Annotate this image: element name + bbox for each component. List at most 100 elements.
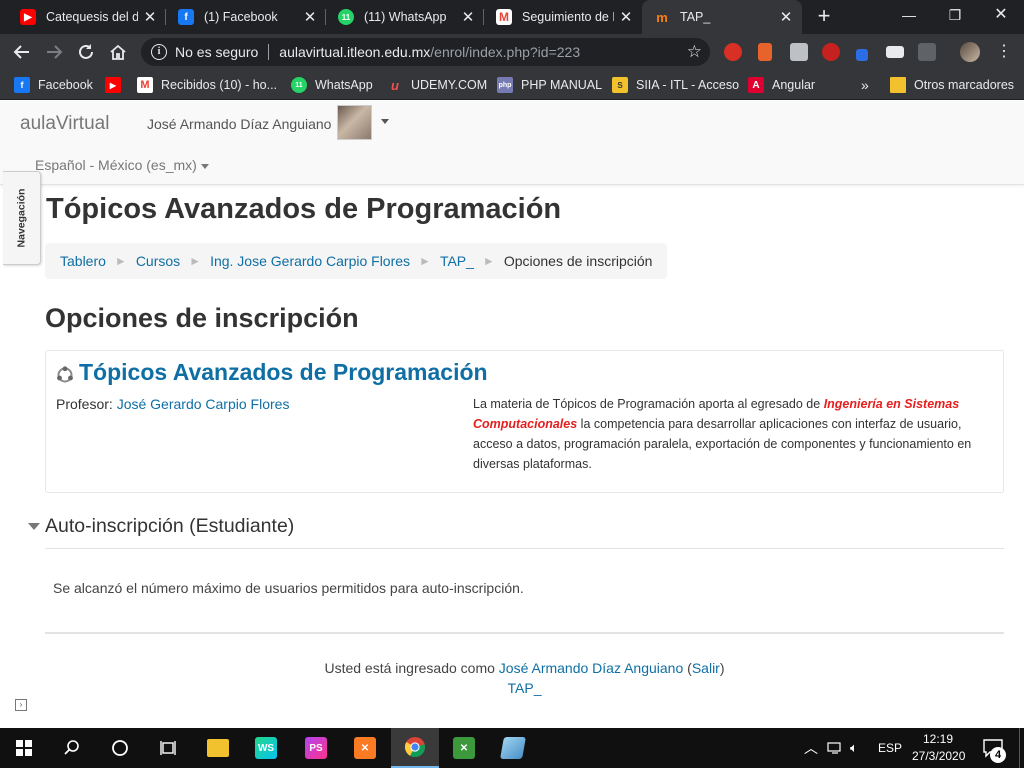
bookmark-gmail[interactable]: M Recibidos (10) - ho... — [137, 75, 277, 95]
start-icon — [16, 740, 32, 756]
url-host: aulavirtual.itleon.edu.mx — [279, 44, 431, 60]
navigation-drawer-toggle[interactable]: Navegación — [3, 171, 41, 265]
taskbar-chrome[interactable] — [391, 728, 439, 768]
taskbar-search[interactable] — [48, 728, 96, 768]
taskbar-file-explorer[interactable] — [194, 728, 242, 768]
footer-divider — [45, 632, 1004, 634]
other-bookmarks[interactable]: Otros marcadores — [890, 75, 1014, 95]
whatsapp-icon: 11 — [338, 9, 354, 25]
browser-tab-3[interactable]: 11 (11) WhatsApp ✕ — [326, 0, 484, 34]
chrome-icon — [404, 737, 425, 758]
taskbar-app-2[interactable] — [489, 728, 537, 768]
teacher-link[interactable]: José Gerardo Carpio Flores — [117, 396, 290, 412]
udemy-icon: u — [391, 77, 399, 93]
dock-icon[interactable]: › — [15, 699, 27, 711]
home-icon[interactable] — [106, 40, 130, 64]
taskbar-xampp[interactable]: ✕ — [341, 728, 389, 768]
close-window-icon[interactable]: ✕ — [978, 0, 1024, 30]
adblock-extension-icon[interactable] — [724, 43, 742, 61]
moodle-navbar: aulaVirtual José Armando Díaz Anguiano E… — [0, 101, 1024, 185]
self-enrol-section-toggle[interactable]: Auto-inscripción (Estudiante) — [28, 515, 294, 538]
input-language[interactable]: ESP — [878, 728, 902, 768]
new-tab-icon[interactable]: + — [812, 5, 836, 29]
app-icon: ✕ — [453, 737, 475, 759]
recycle-extension-icon[interactable] — [918, 43, 936, 61]
taskbar-phpstorm[interactable]: PS — [292, 728, 340, 768]
browser-tab-4[interactable]: M Seguimiento de R ✕ — [484, 0, 642, 34]
footer-user-link[interactable]: José Armando Díaz Anguiano — [499, 660, 683, 676]
system-clock[interactable]: 12:19 27/3/2020 — [912, 731, 965, 765]
bookmark-star-icon[interactable]: ☆ — [687, 42, 702, 62]
start-button[interactable] — [0, 728, 48, 768]
bookmarks-overflow-icon[interactable]: » — [861, 75, 869, 95]
cube-extension-icon[interactable] — [790, 43, 808, 61]
language-menu[interactable]: Español - México (es_mx) — [35, 157, 209, 173]
divider — [45, 548, 1004, 549]
bookmark-whatsapp[interactable]: 11 WhatsApp — [291, 75, 373, 95]
bookmark-label: UDEMY.COM — [411, 78, 488, 92]
user-menu-caret-icon[interactable] — [381, 119, 389, 124]
breadcrumb-courses[interactable]: Cursos — [136, 253, 180, 269]
volume-icon[interactable]: 🔈︎ — [850, 728, 858, 768]
bookmark-siia[interactable]: S SIIA - ITL - Acceso — [612, 75, 739, 95]
breadcrumb-course[interactable]: TAP_ — [440, 253, 474, 269]
taskbar-webstorm[interactable]: WS — [242, 728, 290, 768]
info-icon[interactable]: i — [151, 44, 167, 60]
reload-icon[interactable] — [74, 40, 98, 64]
show-desktop-button[interactable] — [1019, 728, 1024, 768]
bookmark-facebook[interactable]: f Facebook — [14, 75, 93, 95]
restore-icon[interactable]: ❐ — [932, 0, 978, 30]
search-icon — [64, 740, 79, 755]
tab-title: (11) WhatsApp — [364, 10, 447, 24]
close-tab-icon[interactable]: ✕ — [298, 8, 322, 26]
bookmark-youtube[interactable]: ▶ — [105, 75, 129, 95]
logout-paren-open: ( — [683, 660, 692, 676]
browser-tab-5[interactable]: m TAP_ ✕ — [642, 0, 802, 34]
breadcrumb-category[interactable]: Ing. Jose Gerardo Carpio Flores — [210, 253, 410, 269]
close-tab-icon[interactable]: ✕ — [774, 8, 798, 26]
angular-icon: A — [748, 77, 764, 93]
pen-extension-icon[interactable] — [856, 49, 868, 61]
logout-link[interactable]: Salir — [692, 660, 720, 676]
security-status: No es seguro — [175, 44, 259, 60]
user-avatar[interactable] — [337, 105, 372, 140]
teacher-label: Profesor: — [56, 396, 117, 412]
browser-tab-2[interactable]: f (1) Facebook ✕ — [166, 0, 326, 34]
taskbar-task-view[interactable] — [144, 728, 192, 768]
url-path: /enrol/index.php?id=223 — [430, 44, 581, 60]
facebook-icon: f — [14, 77, 30, 93]
close-tab-icon[interactable]: ✕ — [456, 8, 480, 26]
network-icon[interactable] — [827, 728, 843, 768]
bookmark-udemy[interactable]: u UDEMY.COM — [387, 75, 487, 95]
course-link[interactable]: Tópicos Avanzados de Programación — [79, 359, 488, 386]
taskbar-cortana[interactable] — [96, 728, 144, 768]
close-tab-icon[interactable]: ✕ — [614, 8, 638, 26]
navigation-drawer-label: Navegación — [15, 188, 28, 248]
tray-overflow-icon[interactable]: ︿ — [804, 728, 818, 768]
bookmark-label: SIIA - ITL - Acceso — [636, 78, 740, 92]
back-icon[interactable] — [10, 40, 34, 64]
office-extension-icon[interactable] — [758, 43, 772, 61]
folder-icon — [890, 77, 906, 93]
minimize-icon[interactable]: — — [886, 0, 932, 30]
collapse-caret-icon — [28, 523, 40, 530]
chrome-menu-icon[interactable]: ⋮ — [996, 42, 1012, 62]
footer-course-link[interactable]: TAP_ — [508, 680, 542, 696]
off-extension-icon[interactable] — [822, 43, 840, 61]
bookmark-php[interactable]: php PHP MANUAL — [497, 75, 602, 95]
breadcrumb-divider-icon: ► — [114, 254, 127, 268]
bookmark-angular[interactable]: A Angular — [748, 75, 815, 95]
user-menu-name[interactable]: José Armando Díaz Anguiano — [147, 116, 331, 132]
breadcrumb-dashboard[interactable]: Tablero — [60, 253, 106, 269]
forward-icon[interactable] — [42, 40, 66, 64]
site-brand[interactable]: aulaVirtual — [20, 113, 109, 135]
address-bar[interactable]: i No es seguro aulavirtual.itleon.edu.mx… — [141, 38, 710, 66]
tab-title: (1) Facebook — [204, 10, 278, 24]
taskbar-app[interactable]: ✕ — [440, 728, 488, 768]
close-tab-icon[interactable]: ✕ — [138, 8, 162, 26]
profile-avatar[interactable] — [960, 42, 980, 62]
screen-extension-icon[interactable] — [886, 46, 904, 58]
moodle-icon: m — [656, 9, 668, 25]
browser-tab-1[interactable]: ▶ Catequesis del de ✕ — [8, 0, 166, 34]
tab-title: Catequesis del de — [46, 10, 138, 24]
